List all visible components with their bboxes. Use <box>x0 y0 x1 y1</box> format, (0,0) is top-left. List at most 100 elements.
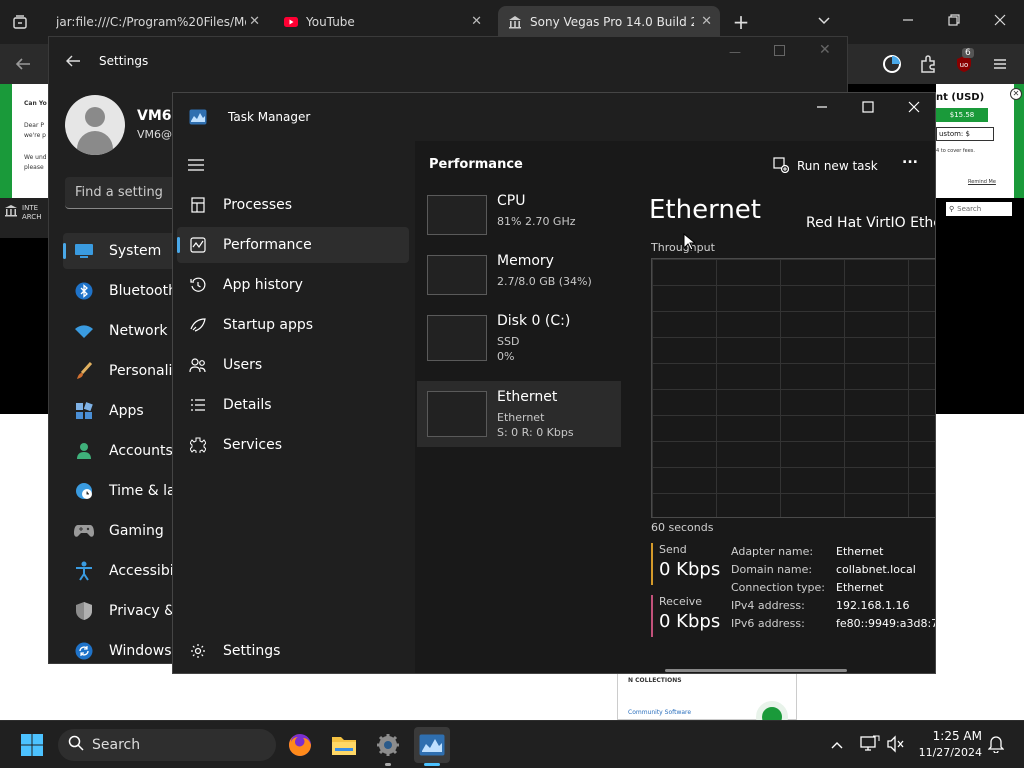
resource-ethernet[interactable]: Ethernet Ethernet S: 0 R: 0 Kbps <box>417 381 621 447</box>
shield-icon <box>73 600 95 622</box>
prop-value: Ethernet <box>836 581 884 594</box>
task-manager-window: Task Manager Processes Performance App h… <box>172 92 936 674</box>
send-value: 0 Kbps <box>659 559 721 580</box>
nav-label: Performance <box>223 237 312 253</box>
minimize-button[interactable]: — <box>729 45 741 59</box>
minimize-button[interactable] <box>815 99 835 119</box>
gear-icon <box>189 642 207 660</box>
clock-time[interactable]: 1:25 AM <box>918 729 982 743</box>
prop-value: 192.168.1.16 <box>836 599 910 612</box>
resource-detail: 0% <box>497 350 515 363</box>
youtube-icon <box>284 15 298 29</box>
clock-date[interactable]: 11/27/2024 <box>912 746 982 759</box>
back-arrow-icon[interactable] <box>14 56 32 76</box>
taskbar: Search 1:25 AM 11/27/2024 <box>0 720 1024 768</box>
new-tab-button[interactable]: + <box>730 10 752 34</box>
resource-name: Memory <box>497 253 554 269</box>
close-banner-icon[interactable]: ✕ <box>1010 88 1022 100</box>
extension-badge: 6 <box>962 48 974 58</box>
adapter-name: Red Hat VirtIO Ethe <box>806 215 936 231</box>
resource-detail: 81% 2.70 GHz <box>497 215 576 228</box>
search-placeholder: Search <box>957 205 982 213</box>
collection-card[interactable]: N COLLECTIONS Community Software <box>617 666 797 733</box>
run-new-task-button[interactable]: Run new task <box>773 151 878 181</box>
nav-startup-apps[interactable]: Startup apps <box>177 307 409 343</box>
extensions-icon[interactable] <box>918 54 938 78</box>
apps-icon <box>73 400 95 422</box>
performance-icon <box>189 236 207 254</box>
task-manager-taskbar-icon[interactable] <box>414 727 450 766</box>
resource-name: CPU <box>497 193 526 209</box>
details-icon <box>189 396 207 414</box>
nav-app-history[interactable]: App history <box>177 267 409 303</box>
close-window-button[interactable]: ✕ <box>819 42 831 58</box>
globe-clock-icon <box>73 480 95 502</box>
hamburger-menu-icon[interactable] <box>187 157 205 176</box>
back-arrow-icon[interactable] <box>65 53 81 72</box>
firefox-icon[interactable] <box>282 727 318 763</box>
user-name: VM6 <box>137 108 172 124</box>
prop-value: fe80::9949:a3d8:745 <box>836 617 935 630</box>
browser-tab[interactable]: jar:file:///C:/Program%20Files/Mo: ✕ <box>46 6 268 38</box>
pie-chart-icon[interactable] <box>882 54 902 78</box>
avatar[interactable] <box>65 95 125 155</box>
resource-disk[interactable]: Disk 0 (C:) SSD 0% <box>417 305 621 371</box>
tab-overview-icon[interactable] <box>10 12 30 32</box>
notification-bell-icon[interactable] <box>987 735 1005 757</box>
search-icon <box>68 735 84 755</box>
nav-settings[interactable]: Settings <box>177 633 409 669</box>
ublock-icon[interactable]: uo 6 <box>954 48 974 74</box>
fee-text: 4 to cover fees. <box>936 148 975 154</box>
bluetooth-icon <box>73 280 95 302</box>
more-options-label: ... <box>902 151 918 167</box>
archive-logo[interactable]: INTE ARCH <box>0 198 48 238</box>
nav-label: Details <box>223 397 272 413</box>
horizontal-scrollbar[interactable] <box>665 669 847 672</box>
window-title: Task Manager <box>228 110 311 124</box>
maximize-button[interactable] <box>774 45 785 56</box>
remind-me-link[interactable]: Remind Me <box>968 179 996 185</box>
nav-services[interactable]: Services <box>177 427 409 463</box>
send-label: Send <box>659 543 687 556</box>
settings-title: Settings <box>99 54 149 68</box>
nav-users[interactable]: Users <box>177 347 409 383</box>
close-icon[interactable]: ✕ <box>249 14 260 29</box>
minimize-button[interactable] <box>900 12 920 32</box>
close-icon[interactable]: ✕ <box>701 14 712 29</box>
file-explorer-icon[interactable] <box>326 727 362 763</box>
close-icon[interactable]: ✕ <box>471 14 482 29</box>
sidebar-item-label: Apps <box>109 403 144 419</box>
users-icon <box>189 356 207 374</box>
browser-tab-active[interactable]: Sony Vegas Pro 14.0 Build 244 - ✕ <box>498 6 720 38</box>
restore-button[interactable] <box>946 12 966 32</box>
resource-memory[interactable]: Memory 2.7/8.0 GB (34%) <box>417 245 621 311</box>
chevron-down-icon[interactable] <box>816 12 836 32</box>
nav-label: Startup apps <box>223 317 314 333</box>
prop-key: Domain name: <box>731 563 813 576</box>
resource-cpu[interactable]: CPU 81% 2.70 GHz <box>417 185 621 251</box>
sidebar-item-system[interactable]: System <box>63 233 183 269</box>
run-task-label: Run new task <box>797 159 878 173</box>
nav-details[interactable]: Details <box>177 387 409 423</box>
resource-name: Disk 0 (C:) <box>497 313 571 329</box>
archive-building-icon <box>508 15 522 29</box>
donate-amount-button[interactable]: $15.58 <box>936 108 988 122</box>
volume-muted-icon[interactable] <box>886 735 906 757</box>
custom-amount-field[interactable]: ustom: $ <box>936 127 994 141</box>
community-link[interactable]: Community Software <box>628 709 691 716</box>
more-options-button[interactable]: ... <box>899 151 921 173</box>
start-button[interactable] <box>14 727 50 763</box>
maximize-button[interactable] <box>861 99 881 119</box>
menu-icon[interactable] <box>992 56 1008 76</box>
close-window-button[interactable] <box>907 99 927 119</box>
nav-processes[interactable]: Processes <box>177 187 409 223</box>
network-icon[interactable] <box>860 735 880 757</box>
archive-search-input[interactable]: ⚲ Search <box>946 202 1012 216</box>
taskbar-search-box[interactable]: Search <box>58 729 276 761</box>
chevron-up-icon[interactable] <box>830 737 844 756</box>
browser-tab[interactable]: YouTube ✕ <box>274 6 490 38</box>
prop-value: Ethernet <box>836 545 884 558</box>
close-window-button[interactable] <box>992 12 1012 32</box>
settings-app-icon[interactable] <box>370 727 406 766</box>
nav-performance[interactable]: Performance <box>177 227 409 263</box>
